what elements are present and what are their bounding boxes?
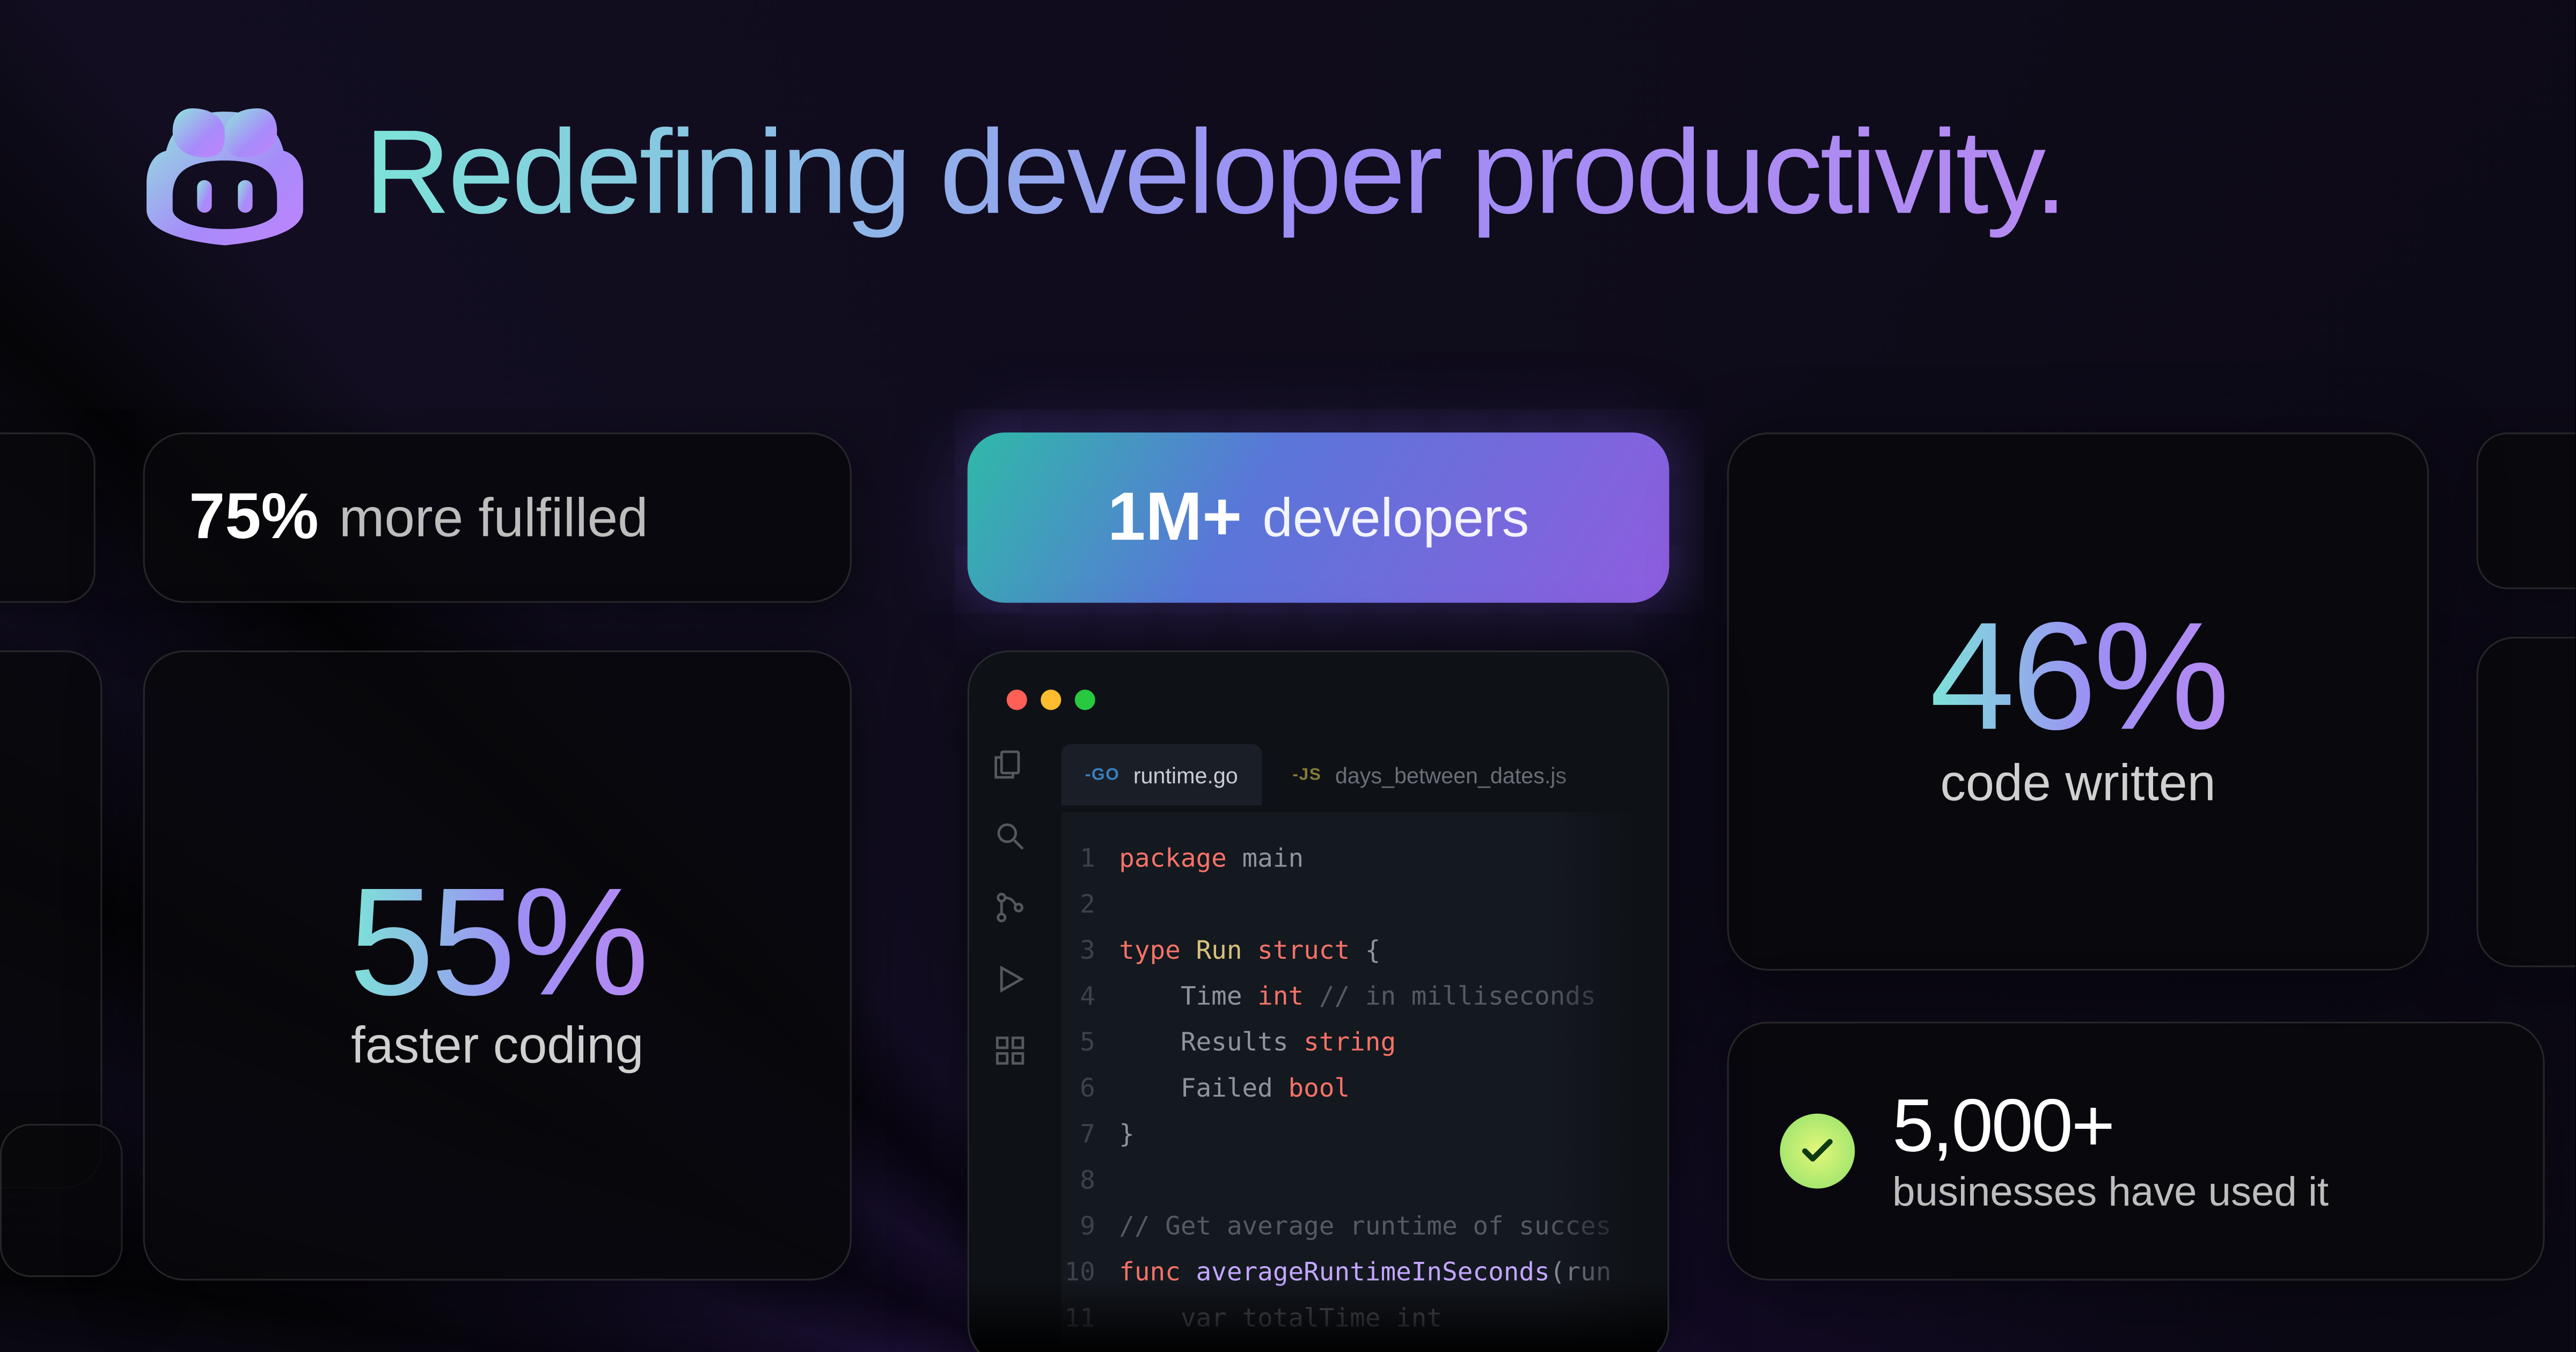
stat-businesses: 5,000+ businesses have used it [1727, 1022, 2544, 1280]
stat-value: 1M+ [1108, 479, 1242, 556]
editor-tabs: ‑GOruntime.go‑JSdays_between_dates.js [1061, 744, 1667, 805]
check-icon [1780, 1114, 1855, 1189]
decorative-card [2477, 637, 2575, 967]
files-icon [993, 747, 1027, 781]
stat-fulfilled: 75% more fulfilled [143, 432, 852, 602]
search-icon [993, 819, 1027, 853]
stat-value: 5,000+ [1892, 1085, 2329, 1170]
code-line: 1package main [1061, 836, 1667, 882]
editor-tab[interactable]: ‑JSdays_between_dates.js [1269, 744, 1591, 805]
stat-label: faster coding [351, 1017, 643, 1075]
stat-faster-coding: 55% faster coding [143, 650, 852, 1280]
copilot-logo-icon [143, 95, 307, 249]
stat-value: 75% [189, 481, 318, 554]
code-line: 8 [1061, 1158, 1667, 1204]
extensions-icon [993, 1033, 1027, 1067]
code-line: 11 var totalTime int [1061, 1296, 1667, 1342]
stat-label: code written [1940, 755, 2215, 813]
maximize-dot-icon [1075, 689, 1095, 710]
code-line: 5 Results string [1061, 1020, 1667, 1066]
activity-bar [993, 747, 1027, 1068]
code-line: 3type Run struct { [1061, 928, 1667, 974]
editor-tab[interactable]: ‑GOruntime.go [1061, 744, 1262, 805]
code-editor-preview: ‑GOruntime.go‑JSdays_between_dates.js 1p… [968, 650, 1670, 1352]
code-line: 7} [1061, 1112, 1667, 1158]
code-area: 1package main23type Run struct {4 Time i… [1061, 812, 1667, 1352]
headline: Redefining developer productivity. [364, 104, 2065, 240]
stat-developers: 1M+ developers [968, 432, 1670, 602]
stat-value: 55% [349, 856, 646, 1031]
code-line: 10func averageRuntimeInSeconds(run [1061, 1250, 1667, 1296]
code-line: 4 Time int // in milliseconds [1061, 974, 1667, 1020]
stat-label: businesses have used it [1892, 1170, 2329, 1217]
decorative-card [2477, 432, 2575, 589]
stat-code-written: 46% code written [1727, 432, 2429, 971]
debug-icon [993, 962, 1027, 996]
source-control-icon [993, 891, 1027, 924]
stat-label: developers [1262, 486, 1529, 549]
window-controls [1007, 689, 1095, 710]
minimize-dot-icon [1041, 689, 1061, 710]
code-line: 6 Failed bool [1061, 1066, 1667, 1112]
code-line: 2 [1061, 882, 1667, 928]
stat-value: 46% [1930, 590, 2227, 766]
close-dot-icon [1007, 689, 1027, 710]
stat-label: more fulfilled [339, 486, 648, 549]
decorative-card [0, 432, 96, 602]
code-line: 9// Get average runtime of succes [1061, 1204, 1667, 1250]
decorative-card [0, 650, 102, 1188]
decorative-card [0, 1124, 123, 1277]
